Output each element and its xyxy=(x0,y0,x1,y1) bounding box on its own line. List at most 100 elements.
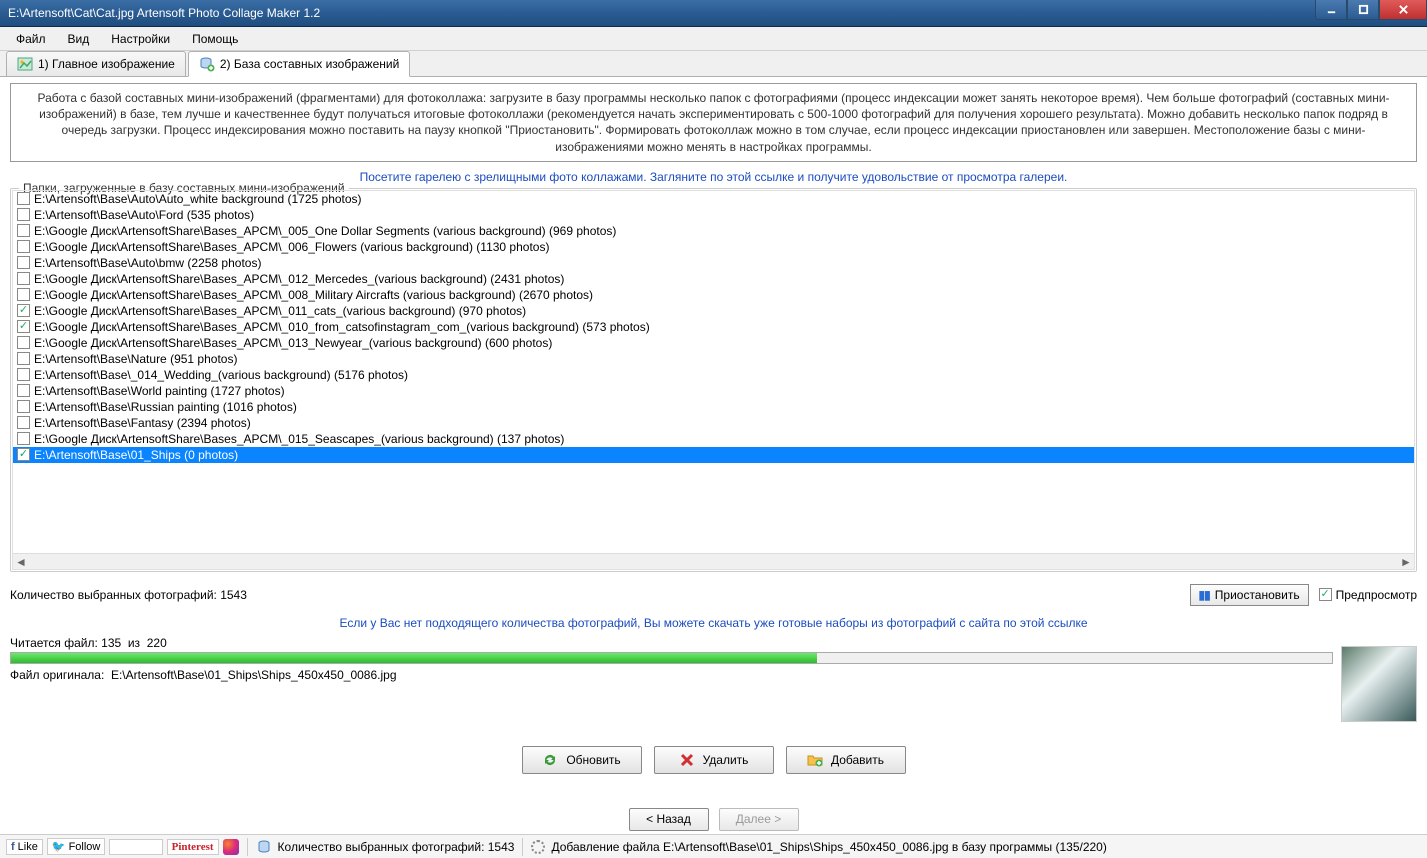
checkbox-icon[interactable] xyxy=(17,448,30,461)
progress-bar xyxy=(10,652,1333,664)
checkbox-icon[interactable] xyxy=(17,432,30,445)
instagram-icon[interactable] xyxy=(223,839,239,855)
spinner-icon xyxy=(531,840,545,854)
maximize-button[interactable] xyxy=(1347,0,1379,20)
preview-thumbnail xyxy=(1341,646,1417,722)
action-buttons: Обновить Удалить Добавить xyxy=(10,746,1417,774)
list-item[interactable]: E:\Artensoft\Base\01_Ships (0 photos) xyxy=(13,447,1414,463)
checkbox-icon[interactable] xyxy=(17,352,30,365)
checkbox-icon[interactable] xyxy=(17,272,30,285)
wizard-nav: < Назад Далее > xyxy=(10,808,1417,831)
twitter-follow-button[interactable]: 🐦Follow xyxy=(47,838,106,855)
tab-label: 1) Главное изображение xyxy=(38,57,175,71)
checkbox-icon[interactable] xyxy=(17,336,30,349)
list-item[interactable]: E:\Artensoft\Base\Russian painting (1016… xyxy=(13,399,1414,415)
next-button: Далее > xyxy=(719,808,799,831)
horizontal-scrollbar[interactable]: ◄ ► xyxy=(13,553,1414,569)
minimize-button[interactable] xyxy=(1315,0,1347,20)
youtube-button[interactable]: YouTube xyxy=(109,839,162,855)
database-icon xyxy=(256,839,272,855)
window-title: E:\Artensoft\Cat\Cat.jpg Artensoft Photo… xyxy=(8,6,320,20)
tabstrip: 1) Главное изображение 2) База составных… xyxy=(0,51,1427,77)
list-item[interactable]: E:\Google Диск\ArtensoftShare\Bases_APCM… xyxy=(13,335,1414,351)
list-item[interactable]: E:\Google Диск\ArtensoftShare\Bases_APCM… xyxy=(13,287,1414,303)
menubar: Файл Вид Настройки Помощь xyxy=(0,27,1427,51)
image-icon xyxy=(17,56,33,72)
list-item[interactable]: E:\Google Диск\ArtensoftShare\Bases_APCM… xyxy=(13,271,1414,287)
status-selected-count: Количество выбранных фотографий: 1543 xyxy=(256,839,515,855)
list-item[interactable]: E:\Google Диск\ArtensoftShare\Bases_APCM… xyxy=(13,239,1414,255)
folder-path-label: E:\Google Диск\ArtensoftShare\Bases_APCM… xyxy=(34,288,593,302)
list-item[interactable]: E:\Artensoft\Base\Nature (951 photos) xyxy=(13,351,1414,367)
menu-help[interactable]: Помощь xyxy=(182,29,248,49)
list-item[interactable]: E:\Artensoft\Base\Fantasy (2394 photos) xyxy=(13,415,1414,431)
delete-button[interactable]: Удалить xyxy=(654,746,774,774)
status-adding-file: Добавление файла E:\Artensoft\Base\01_Sh… xyxy=(531,840,1106,854)
preview-checkbox[interactable]: Предпросмотр xyxy=(1319,588,1417,602)
tab-database[interactable]: 2) База составных изображений xyxy=(188,51,410,77)
folder-path-label: E:\Artensoft\Base\Auto\Auto_white backgr… xyxy=(34,192,362,206)
list-item[interactable]: E:\Artensoft\Base\World painting (1727 p… xyxy=(13,383,1414,399)
folder-list-group: Папки, загруженные в базу составных мини… xyxy=(10,188,1417,572)
scroll-left-icon[interactable]: ◄ xyxy=(13,554,29,570)
list-item[interactable]: E:\Google Диск\ArtensoftShare\Bases_APCM… xyxy=(13,303,1414,319)
content-area: Работа с базой составных мини-изображени… xyxy=(0,77,1427,834)
checkbox-icon[interactable] xyxy=(17,240,30,253)
instructions-box: Работа с базой составных мини-изображени… xyxy=(10,83,1417,162)
list-item[interactable]: E:\Google Диск\ArtensoftShare\Bases_APCM… xyxy=(13,431,1414,447)
list-item[interactable]: E:\Artensoft\Base\_014_Wedding_(various … xyxy=(13,367,1414,383)
social-buttons: fLike 🐦Follow YouTube Pinterest xyxy=(6,838,239,855)
folder-path-label: E:\Artensoft\Base\Russian painting (1016… xyxy=(34,400,297,414)
checkbox-icon[interactable] xyxy=(17,192,30,205)
checkbox-icon[interactable] xyxy=(17,320,30,333)
folder-path-label: E:\Google Диск\ArtensoftShare\Bases_APCM… xyxy=(34,432,564,446)
folder-path-label: E:\Artensoft\Base\Auto\bmw (2258 photos) xyxy=(34,256,261,270)
folder-list[interactable]: E:\Artensoft\Base\Auto\Auto_white backgr… xyxy=(12,190,1415,570)
reading-file-label: Читается файл: 135 из 220 xyxy=(10,636,1417,650)
menu-settings[interactable]: Настройки xyxy=(101,29,180,49)
checkbox-icon[interactable] xyxy=(17,368,30,381)
folder-path-label: E:\Artensoft\Base\World painting (1727 p… xyxy=(34,384,285,398)
checkbox-icon[interactable] xyxy=(17,384,30,397)
checkbox-icon[interactable] xyxy=(17,224,30,237)
list-item[interactable]: E:\Artensoft\Base\Auto\Auto_white backgr… xyxy=(13,191,1414,207)
list-item[interactable]: E:\Google Диск\ArtensoftShare\Bases_APCM… xyxy=(13,223,1414,239)
checkbox-icon[interactable] xyxy=(17,416,30,429)
folder-path-label: E:\Google Диск\ArtensoftShare\Bases_APCM… xyxy=(34,240,549,254)
checkbox-icon[interactable] xyxy=(17,288,30,301)
pause-button[interactable]: ▮▮ Приостановить xyxy=(1190,584,1309,606)
pause-icon: ▮▮ xyxy=(1199,588,1210,602)
titlebar: E:\Artensoft\Cat\Cat.jpg Artensoft Photo… xyxy=(0,0,1427,27)
facebook-like-button[interactable]: fLike xyxy=(6,839,43,855)
menu-file[interactable]: Файл xyxy=(6,29,56,49)
list-item[interactable]: E:\Artensoft\Base\Auto\Ford (535 photos) xyxy=(13,207,1414,223)
folder-path-label: E:\Google Диск\ArtensoftShare\Bases_APCM… xyxy=(34,320,650,334)
close-button[interactable] xyxy=(1379,0,1427,20)
selected-photos-count: Количество выбранных фотографий: 1543 xyxy=(10,588,247,602)
back-button[interactable]: < Назад xyxy=(629,808,709,831)
add-button[interactable]: Добавить xyxy=(786,746,906,774)
refresh-icon xyxy=(542,752,558,768)
checkbox-icon[interactable] xyxy=(17,256,30,269)
delete-icon xyxy=(679,752,695,768)
folder-path-label: E:\Google Диск\ArtensoftShare\Bases_APCM… xyxy=(34,304,526,318)
statusbar: fLike 🐦Follow YouTube Pinterest Количест… xyxy=(0,834,1427,858)
pinterest-button[interactable]: Pinterest xyxy=(167,839,219,855)
folder-path-label: E:\Artensoft\Base\Fantasy (2394 photos) xyxy=(34,416,251,430)
checkbox-icon[interactable] xyxy=(17,304,30,317)
tab-main-image[interactable]: 1) Главное изображение xyxy=(6,51,186,77)
list-item[interactable]: E:\Artensoft\Base\Auto\bmw (2258 photos) xyxy=(13,255,1414,271)
separator xyxy=(247,838,248,856)
checkbox-icon[interactable] xyxy=(17,208,30,221)
folder-path-label: E:\Google Диск\ArtensoftShare\Bases_APCM… xyxy=(34,272,564,286)
folder-path-label: E:\Google Диск\ArtensoftShare\Bases_APCM… xyxy=(34,336,552,350)
list-item[interactable]: E:\Google Диск\ArtensoftShare\Bases_APCM… xyxy=(13,319,1414,335)
checkbox-icon[interactable] xyxy=(17,400,30,413)
menu-view[interactable]: Вид xyxy=(58,29,100,49)
scroll-right-icon[interactable]: ► xyxy=(1398,554,1414,570)
folder-path-label: E:\Artensoft\Base\Nature (951 photos) xyxy=(34,352,237,366)
download-sets-link[interactable]: Если у Вас нет подходящего количества фо… xyxy=(10,616,1417,630)
refresh-button[interactable]: Обновить xyxy=(522,746,642,774)
preview-label: Предпросмотр xyxy=(1336,588,1417,602)
checkbox-icon[interactable] xyxy=(1319,588,1332,601)
